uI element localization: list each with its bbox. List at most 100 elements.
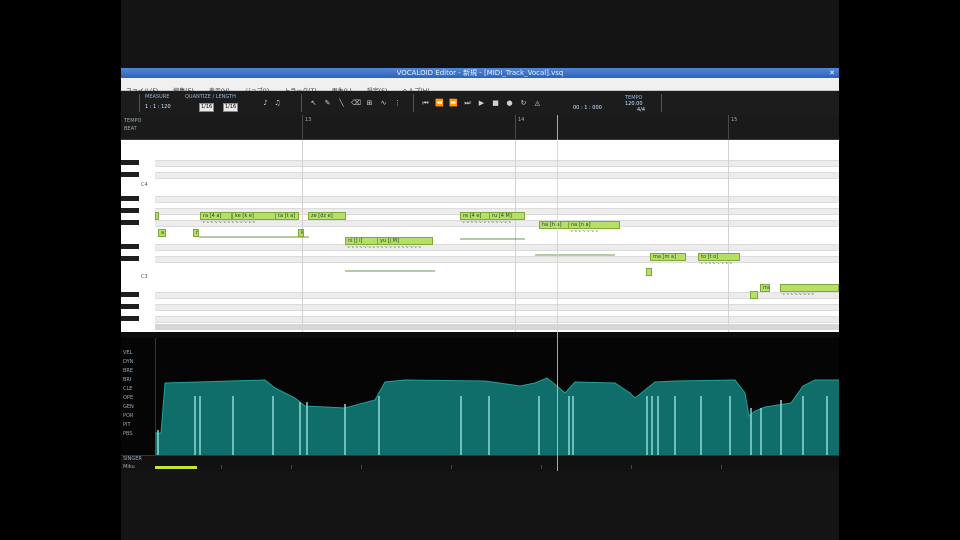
- horizontal-scrollbar[interactable]: [155, 324, 839, 330]
- param-cle[interactable]: CLE: [123, 386, 132, 392]
- piano-keyboard[interactable]: C4 C3: [121, 140, 156, 332]
- note[interactable]: ra [4 a]: [200, 212, 232, 220]
- measure-line: [302, 115, 303, 139]
- note[interactable]: mo [m o]: [760, 284, 770, 292]
- pitch-curve: [345, 270, 435, 272]
- toolbar: MEASURE QUANTIZE / LENGTH 1 : 1 : 120 1/…: [121, 91, 839, 116]
- vibrato-marker: ∿∿∿∿∿∿∿∿∿∿∿∿: [461, 221, 512, 224]
- note[interactable]: ke [k e]: [232, 212, 276, 220]
- forward-end-icon[interactable]: ⏭: [463, 99, 472, 108]
- black-key[interactable]: [121, 256, 139, 261]
- note[interactable]: [750, 291, 758, 299]
- line-tool-icon[interactable]: ╲: [337, 99, 346, 108]
- vibrato-marker: ∿∿∿∿∿∿∿∿∿∿∿∿∿: [201, 221, 256, 224]
- note[interactable]: ma [m a]: [650, 253, 686, 261]
- note-tool-icon[interactable]: ♪: [261, 99, 270, 108]
- black-key[interactable]: [121, 304, 139, 309]
- playback-cursor[interactable]: [557, 115, 558, 471]
- black-key[interactable]: [121, 316, 139, 321]
- beat-tick: [221, 465, 222, 469]
- vibrato-marker: ∿∿∿∿∿∿∿∿: [699, 262, 733, 265]
- note[interactable]: no [n o]: [193, 229, 199, 237]
- param-dyn[interactable]: DYN: [123, 359, 133, 365]
- wave-icon[interactable]: ⋮: [393, 99, 402, 108]
- param-bri[interactable]: BRI: [123, 377, 131, 383]
- record-icon[interactable]: ●: [505, 99, 514, 108]
- piano-roll[interactable]: C4 C3 a ra [4 a] ke [k e] ta [t a] n k z…: [121, 140, 839, 332]
- param-ope[interactable]: OPE: [123, 395, 133, 401]
- black-key-row: [155, 316, 839, 323]
- beat-tick: [451, 465, 452, 469]
- vibrato-marker: ∿∿∿∿∿∿∿∿: [781, 293, 815, 296]
- stop-icon[interactable]: ■: [491, 99, 500, 108]
- note[interactable]: ru [4 M]: [489, 212, 525, 220]
- black-key[interactable]: [121, 208, 139, 213]
- quantize-select[interactable]: 1/16: [199, 103, 215, 112]
- beat-tick: [361, 465, 362, 469]
- play-icon[interactable]: ▶: [477, 99, 486, 108]
- length-select[interactable]: 1/16: [223, 103, 239, 112]
- measure-number: 14: [518, 117, 525, 123]
- black-key[interactable]: [121, 160, 139, 165]
- measure-gridline: [728, 140, 729, 332]
- singer-event-bar[interactable]: [155, 466, 197, 469]
- note[interactable]: ta [t a]: [275, 212, 299, 220]
- measure-ruler[interactable]: TEMPO BEAT 13 14 15: [121, 115, 839, 140]
- note-grid[interactable]: a a [a] ra [4 a] ke [k e] ta [t a] no [n…: [155, 140, 839, 332]
- position-readout: 1 : 1 : 120: [145, 104, 171, 110]
- note[interactable]: ni [J i]: [345, 237, 378, 245]
- black-key-row: [155, 160, 839, 167]
- note[interactable]: [780, 284, 839, 292]
- param-por[interactable]: POR: [123, 413, 133, 419]
- note[interactable]: yu [j M]: [377, 237, 433, 245]
- black-key[interactable]: [121, 244, 139, 249]
- beat-tick: [541, 465, 542, 469]
- rewind-start-icon[interactable]: ⏮: [421, 99, 430, 108]
- eraser-tool-icon[interactable]: ⌫: [351, 99, 361, 108]
- note[interactable]: ze [dz e]: [308, 212, 346, 220]
- black-key[interactable]: [121, 292, 139, 297]
- pitch-curve: [199, 236, 309, 238]
- note[interactable]: re [4 e]: [460, 212, 490, 220]
- note-tool-alt-icon[interactable]: ♫: [273, 99, 282, 108]
- param-bre[interactable]: BRE: [123, 368, 133, 374]
- note[interactable]: a: [155, 212, 159, 220]
- rewind-icon[interactable]: ⏪: [435, 99, 444, 108]
- black-key-row: [155, 304, 839, 311]
- pencil-tool-icon[interactable]: ✎: [323, 99, 332, 108]
- close-icon[interactable]: ✕: [828, 69, 836, 77]
- note[interactable]: na [n a]: [568, 221, 620, 229]
- menu-bar: ファイル(F) 編集(E) 表示(V) ジョブ(J) トラック(T) 再生(L)…: [121, 78, 839, 95]
- loop-icon[interactable]: ↻: [519, 99, 528, 108]
- black-key-row: [155, 196, 839, 203]
- dynamics-area: [155, 378, 839, 455]
- title-bar: VOCALOID Editor - 新規 - [MIDI_Track_Vocal…: [121, 68, 839, 78]
- measure-gridline: [515, 140, 516, 332]
- param-vel[interactable]: VEL: [123, 350, 132, 356]
- param-gen[interactable]: GEN: [123, 404, 134, 410]
- param-pit[interactable]: PIT: [123, 422, 131, 428]
- param-pbs[interactable]: PBS: [123, 431, 133, 437]
- note[interactable]: a [a]: [158, 229, 166, 237]
- note[interactable]: ka [k a]: [298, 229, 304, 237]
- curve-icon[interactable]: ∿: [379, 99, 388, 108]
- black-key[interactable]: [121, 196, 139, 201]
- note[interactable]: to [t o]: [698, 253, 740, 261]
- metronome-icon[interactable]: ◬: [533, 99, 542, 108]
- black-key[interactable]: [121, 172, 139, 177]
- note[interactable]: [646, 268, 652, 276]
- beat-tick: [631, 465, 632, 469]
- note[interactable]: ha [h a]: [539, 221, 569, 229]
- toolbar-separator: [139, 94, 140, 112]
- singer-name[interactable]: Miku: [123, 464, 135, 470]
- dynamics-curve-editor[interactable]: [155, 338, 839, 455]
- arrow-tool-icon[interactable]: ↖: [309, 99, 318, 108]
- quantize-label: QUANTIZE / LENGTH: [185, 94, 236, 100]
- black-key[interactable]: [121, 220, 139, 225]
- fast-forward-icon[interactable]: ⏩: [449, 99, 458, 108]
- octave-label: C4: [141, 182, 148, 188]
- measure-line: [728, 115, 729, 139]
- pitch-curve: [535, 254, 615, 256]
- beat-track-label: BEAT: [124, 126, 137, 132]
- grid-icon[interactable]: ⊞: [365, 99, 374, 108]
